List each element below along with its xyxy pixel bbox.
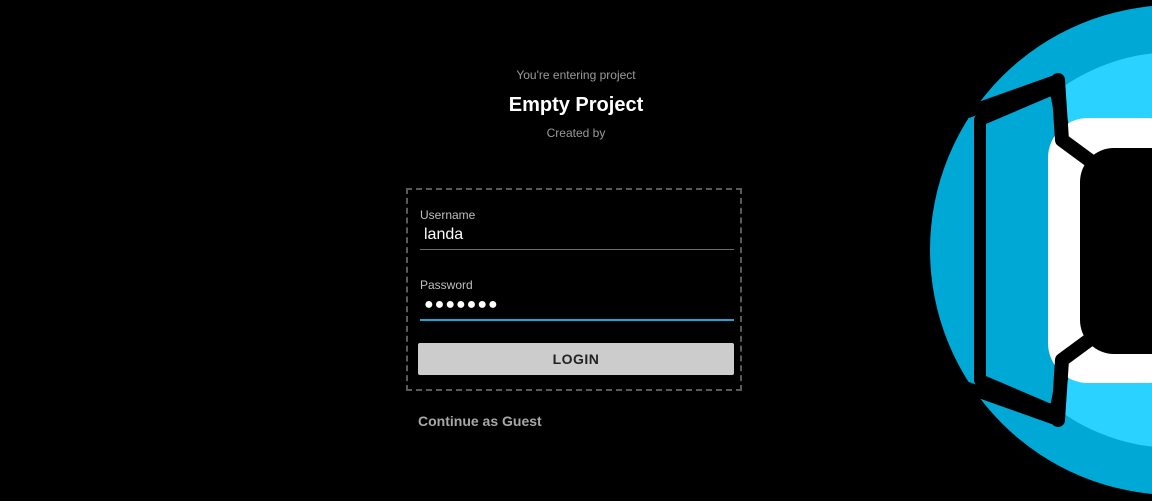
- login-form: Username Password LOGIN: [406, 188, 742, 391]
- username-field-group: Username: [420, 208, 734, 250]
- app-logo-icon: [930, 6, 1152, 494]
- login-button[interactable]: LOGIN: [418, 343, 734, 375]
- login-page: You're entering project Empty Project Cr…: [0, 0, 1152, 501]
- password-input[interactable]: [420, 295, 734, 321]
- continue-as-guest-link[interactable]: Continue as Guest: [418, 413, 542, 429]
- username-label: Username: [420, 208, 476, 222]
- password-label: Password: [420, 278, 473, 292]
- username-input[interactable]: [420, 225, 734, 250]
- password-field-group: Password: [420, 278, 734, 321]
